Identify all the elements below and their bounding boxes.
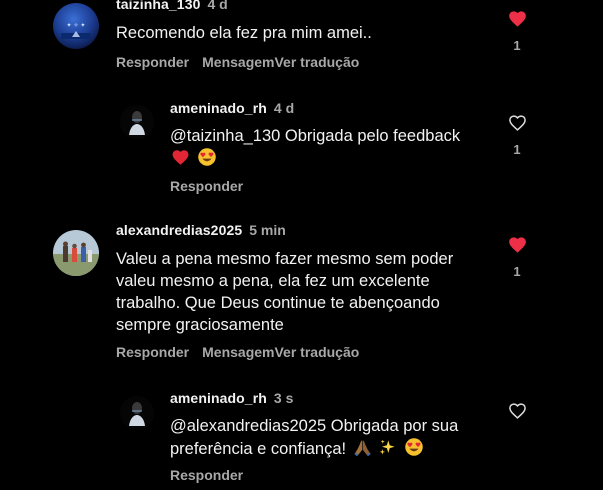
- folded-hands-emoji-icon: [353, 438, 372, 457]
- like-button[interactable]: 1: [506, 235, 528, 279]
- heart-outline-icon: [507, 401, 528, 421]
- timestamp: 4 d: [207, 0, 228, 12]
- message-button[interactable]: Mensagem: [202, 54, 274, 70]
- comment-text: @taizinha_130 Obrigada pelo feedback: [170, 125, 460, 147]
- comment-header: alexandredias2025 5 min: [116, 222, 286, 238]
- comment-text-line: sempre graciosamente: [116, 316, 284, 334]
- translate-button[interactable]: Ver tradução: [274, 54, 359, 70]
- comment-text-line: Valeu a pena mesmo fazer mesmo sem poder: [116, 250, 454, 268]
- avatar[interactable]: [120, 396, 154, 430]
- comment-text-line: valeu mesmo a pena, ela fez um excelente: [116, 272, 430, 290]
- username[interactable]: ameninado_rh: [170, 100, 267, 116]
- red-heart-emoji-icon: [171, 148, 190, 167]
- like-count: 1: [513, 38, 521, 53]
- avatar[interactable]: ✦ ✧ ✦: [53, 3, 99, 49]
- comment-text: Recomendo ela fez pra mim amei..: [116, 24, 372, 42]
- like-count: 1: [513, 142, 521, 157]
- comment-text-line: trabalho. Que Deus continue te abençoand…: [116, 294, 440, 312]
- comment-text-line: @alexandredias2025 Obrigada por sua: [170, 417, 459, 435]
- comment-actions: Responder MensagemVer tradução: [116, 54, 359, 70]
- heart-eyes-emoji-icon: [197, 147, 217, 167]
- comment-header: ameninado_rh 3 s: [170, 390, 293, 406]
- timestamp: 4 d: [273, 100, 295, 116]
- comment-text-line-content: preferência e confiança!: [170, 440, 347, 458]
- comment-header: taizinha_130 4 d: [116, 0, 228, 12]
- sparkles-emoji-icon: [378, 438, 397, 457]
- username[interactable]: ameninado_rh: [170, 390, 267, 406]
- comment-header: ameninado_rh 4 d: [170, 100, 294, 116]
- heart-filled-icon: [507, 9, 528, 29]
- timestamp: 5 min: [249, 222, 286, 238]
- comment-actions: Responder: [170, 467, 256, 483]
- like-count: 1: [513, 264, 521, 279]
- like-button[interactable]: 1: [506, 9, 528, 53]
- translate-button[interactable]: Ver tradução: [274, 344, 359, 360]
- reply-button[interactable]: Responder: [170, 467, 243, 483]
- message-button[interactable]: Mensagem: [202, 344, 274, 360]
- heart-outline-icon: [507, 113, 528, 133]
- comment-text-content: @taizinha_130 Obrigada pelo feedback: [170, 127, 461, 145]
- heart-filled-icon: [507, 235, 528, 255]
- comment-emojis: [169, 147, 217, 170]
- comment-text: @alexandredias2025 Obrigada por sua pref…: [170, 415, 458, 460]
- avatar[interactable]: [120, 105, 154, 139]
- comment-actions: Responder: [170, 178, 256, 194]
- like-button[interactable]: 1: [506, 113, 528, 157]
- comment-text-line: preferência e confiança!: [170, 437, 458, 460]
- heart-eyes-emoji-icon: [404, 437, 424, 457]
- reply-button[interactable]: Responder: [116, 344, 189, 360]
- username[interactable]: taizinha_130: [116, 0, 200, 12]
- timestamp: 3 s: [273, 390, 294, 406]
- avatar[interactable]: [53, 230, 99, 276]
- reply-button[interactable]: Responder: [170, 178, 243, 194]
- reply-button[interactable]: Responder: [116, 54, 189, 70]
- svg-text:✦ ✧ ✦: ✦ ✧ ✦: [67, 22, 86, 29]
- like-button[interactable]: [506, 401, 528, 421]
- comment-actions: Responder MensagemVer tradução: [116, 344, 359, 360]
- comment-text: Valeu a pena mesmo fazer mesmo sem poder…: [116, 248, 453, 336]
- username[interactable]: alexandredias2025: [116, 222, 242, 238]
